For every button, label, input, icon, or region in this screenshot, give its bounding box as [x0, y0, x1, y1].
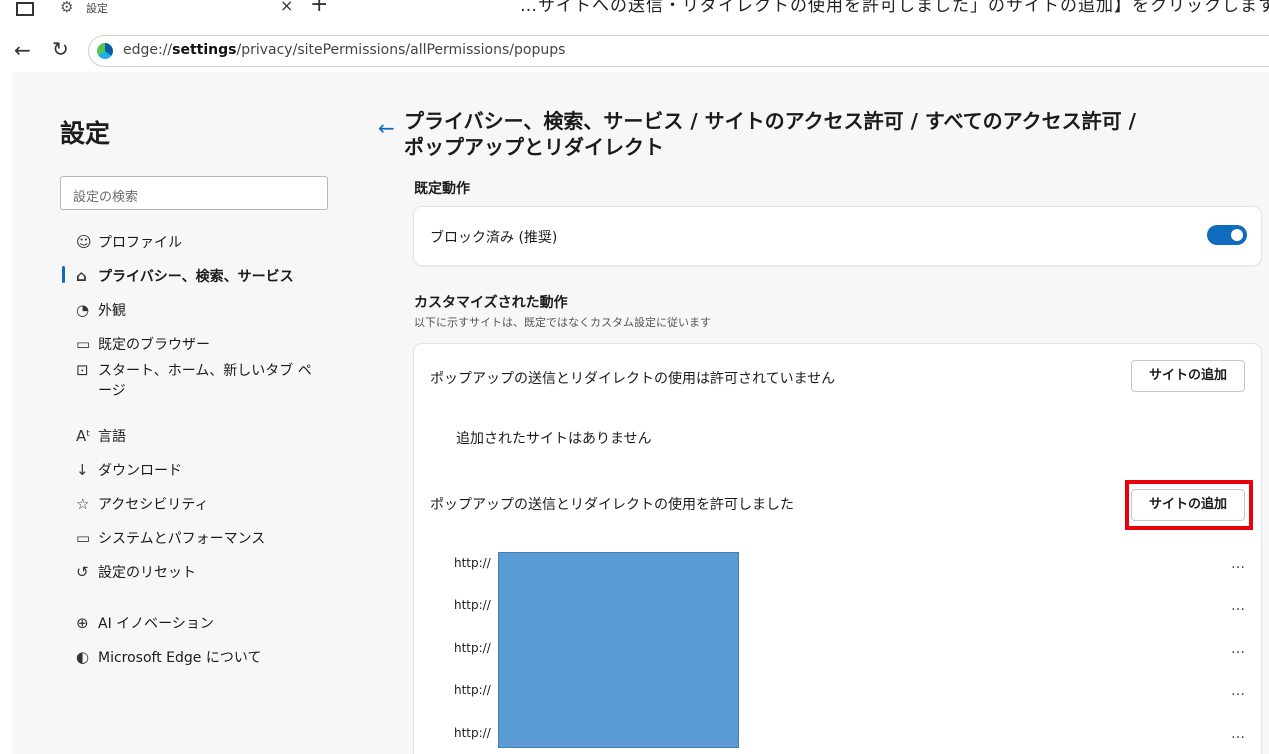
reset-icon: ↺	[76, 563, 89, 581]
block-popups-toggle[interactable]	[1207, 225, 1247, 245]
sidebar-item-label: 言語	[98, 429, 126, 445]
sidebar-item-label: AI イノベーション	[98, 616, 214, 632]
lock-icon: ⌂	[76, 267, 87, 285]
blocked-sites-label: ポップアップの送信とリダイレクトの使用は許可されていません	[430, 371, 836, 387]
sidebar-item-privacy[interactable]: ⌂ プライバシー、検索、サービス	[76, 266, 294, 286]
page-title-line1: プライバシー、検索、サービス / サイトのアクセス許可 / すべてのアクセス許可…	[404, 109, 1136, 133]
blocked-recommended-label: ブロック済み (推奨)	[430, 230, 558, 246]
settings-page: 設定 設定の検索 ☺ プロファイル ⌂ プライバシー、検索、サービス ◔ 外観 ▭ 既定…	[12, 72, 1269, 754]
more-options-button[interactable]: …	[1231, 683, 1246, 699]
system-icon: ▭	[76, 529, 91, 547]
sidebar-item-label: スタート、ホーム、新しいタブ ペ	[98, 363, 312, 379]
more-options-button[interactable]: …	[1231, 598, 1246, 614]
settings-sidebar: 設定 設定の検索 ☺ プロファイル ⌂ プライバシー、検索、サービス ◔ 外観 ▭ 既定…	[12, 72, 364, 754]
edge-icon: ◐	[76, 648, 90, 666]
more-options-button[interactable]: …	[1231, 556, 1246, 572]
home-tab-icon: ⊡	[76, 361, 89, 379]
settings-title: 設定	[60, 119, 111, 148]
custom-behavior-title: カスタマイズされた動作	[414, 295, 568, 311]
sidebar-item-label: プライバシー、検索、サービス	[98, 269, 294, 285]
sidebar-item-accessibility[interactable]: ☆ アクセシビリティ	[76, 494, 208, 514]
sidebar-item-label: Microsoft Edge について	[98, 650, 262, 666]
redaction-box	[498, 552, 739, 748]
url-text: edge://settings/privacy/sitePermissions/…	[123, 42, 566, 58]
tab-settings[interactable]: ⚙ 設定 × +	[60, 0, 328, 22]
no-sites-message: 追加されたサイトはありません	[456, 431, 652, 447]
more-options-button[interactable]: …	[1231, 726, 1246, 742]
sidebar-item-label: 外観	[98, 303, 126, 319]
tab-title: 設定	[86, 2, 108, 15]
sidebar-item-label: 既定のブラウザー	[98, 337, 210, 353]
sidebar-item-language[interactable]: Aᵗ 言語	[76, 426, 126, 446]
more-options-button[interactable]: …	[1231, 641, 1246, 657]
tab-strip: ⚙ 設定 × + …サイトへの送信・リダイレクトの使用を許可しました」のサイトの…	[0, 0, 1269, 28]
ai-icon: ⊕	[76, 614, 89, 632]
sidebar-item-label: システムとパフォーマンス	[98, 531, 266, 547]
accessibility-icon: ☆	[76, 495, 90, 513]
edge-logo-icon	[97, 43, 113, 59]
default-behavior-label: 既定動作	[414, 181, 470, 197]
active-indicator	[62, 266, 65, 283]
download-icon: ↓	[76, 461, 89, 479]
sidebar-item-label-continued: ージ	[98, 383, 126, 399]
site-url: http://	[454, 556, 491, 570]
sidebar-item-about-edge[interactable]: ◐ Microsoft Edge について	[76, 647, 261, 667]
refresh-icon[interactable]: ↻	[52, 37, 69, 61]
sidebar-item-system[interactable]: ▭ システムとパフォーマンス	[76, 528, 265, 548]
sidebar-item-label: プロファイル	[98, 235, 182, 251]
instruction-caption: …サイトへの送信・リダイレクトの使用を許可しました」のサイトの追加】をクリックし…	[520, 0, 1269, 16]
highlight-box	[1125, 480, 1253, 530]
sidebar-item-label: アクセシビリティ	[98, 497, 209, 513]
settings-content: ← プライバシー、検索、サービス / サイトのアクセス許可 / すべてのアクセス…	[364, 72, 1269, 754]
sidebar-item-profile[interactable]: ☺ プロファイル	[76, 232, 182, 252]
sidebar-item-downloads[interactable]: ↓ ダウンロード	[76, 460, 182, 480]
settings-search-input[interactable]: 設定の検索	[60, 176, 328, 210]
site-url: http://	[454, 641, 491, 655]
navigation-bar: ← ↻ edge://settings/privacy/sitePermissi…	[0, 32, 1269, 70]
sidebar-item-reset[interactable]: ↺ 設定のリセット	[76, 562, 196, 582]
search-placeholder: 設定の検索	[73, 190, 139, 205]
back-arrow-icon[interactable]: ←	[378, 116, 395, 140]
sidebar-item-label: 設定のリセット	[98, 565, 196, 581]
sidebar-toggle-icon[interactable]	[16, 2, 34, 16]
sidebar-item-default-browser[interactable]: ▭ 既定のブラウザー	[76, 334, 210, 354]
language-icon: Aᵗ	[76, 427, 91, 445]
tab-close-button[interactable]: ×	[280, 0, 293, 15]
profile-icon: ☺	[76, 233, 92, 251]
back-arrow-icon[interactable]: ←	[14, 38, 31, 62]
sidebar-item-start-home[interactable]: ⊡ スタート、ホーム、新しいタブ ページ	[76, 360, 312, 401]
page-title-line2: ポップアップとリダイレクト	[404, 135, 664, 159]
page-title: プライバシー、検索、サービス / サイトのアクセス許可 / すべてのアクセス許可…	[404, 108, 1234, 160]
sidebar-item-ai-innovation[interactable]: ⊕ AI イノベーション	[76, 613, 214, 633]
site-url: http://	[454, 726, 491, 740]
site-url: http://	[454, 598, 491, 612]
add-blocked-site-button[interactable]: サイトの追加	[1131, 360, 1245, 392]
new-tab-button[interactable]: +	[310, 0, 328, 17]
appearance-icon: ◔	[76, 301, 90, 319]
address-bar[interactable]: edge://settings/privacy/sitePermissions/…	[88, 35, 1269, 67]
browser-icon: ▭	[76, 335, 91, 353]
custom-behavior-subtitle: 以下に示すサイトは、既定ではなくカスタム設定に従います	[414, 316, 711, 329]
default-behavior-card: ブロック済み (推奨)	[414, 207, 1261, 265]
custom-behavior-card: ポップアップの送信とリダイレクトの使用は許可されていません サイトの追加 追加さ…	[414, 344, 1261, 754]
allowed-sites-label: ポップアップの送信とリダイレクトの使用を許可しました	[430, 497, 794, 513]
site-url: http://	[454, 683, 491, 697]
sidebar-item-label: ダウンロード	[98, 463, 182, 479]
sidebar-item-appearance[interactable]: ◔ 外観	[76, 300, 126, 320]
gear-icon: ⚙	[60, 0, 74, 16]
